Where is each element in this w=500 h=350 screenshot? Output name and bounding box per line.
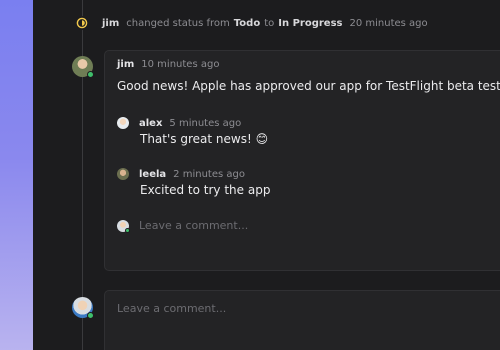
reply-body: That's great news! 😊 bbox=[140, 132, 269, 146]
avatar bbox=[72, 297, 94, 319]
reply-input[interactable] bbox=[139, 219, 399, 232]
presence-indicator bbox=[125, 227, 130, 233]
comment-body: Good news! Apple has approved our app fo… bbox=[117, 79, 500, 93]
avatar[interactable] bbox=[117, 168, 129, 180]
reply-author[interactable]: alex bbox=[139, 118, 162, 129]
activity-panel: jim changed status from Todo to In Progr… bbox=[33, 0, 500, 350]
avatar[interactable] bbox=[117, 117, 129, 129]
event-actor[interactable]: jim bbox=[102, 18, 119, 29]
event-text-to: to bbox=[264, 17, 275, 29]
avatar[interactable] bbox=[72, 56, 94, 78]
reply-author[interactable]: leela bbox=[139, 169, 166, 180]
comment-input[interactable] bbox=[117, 302, 497, 315]
reply-time[interactable]: 2 minutes ago bbox=[173, 169, 245, 180]
presence-indicator bbox=[87, 71, 94, 78]
avatar bbox=[117, 219, 130, 233]
comment-card: jim 10 minutes ago Good news! Apple has … bbox=[104, 50, 500, 271]
event-text: changed status from bbox=[126, 17, 230, 29]
event-from-status: Todo bbox=[233, 17, 261, 29]
comment-time[interactable]: 10 minutes ago bbox=[141, 59, 219, 70]
status-change-event: jim changed status from Todo to In Progr… bbox=[75, 14, 428, 32]
reply-time[interactable]: 5 minutes ago bbox=[169, 118, 241, 129]
presence-indicator bbox=[87, 312, 94, 319]
comment-author[interactable]: jim bbox=[117, 59, 134, 70]
reply-body: Excited to try the app bbox=[140, 183, 271, 197]
in-progress-status-icon bbox=[75, 16, 89, 30]
event-time: 20 minutes ago bbox=[349, 17, 428, 29]
reply-header: leela 2 minutes ago bbox=[117, 168, 245, 180]
comment-header: jim 10 minutes ago bbox=[117, 59, 219, 70]
comment-composer[interactable] bbox=[104, 290, 500, 350]
reply-composer bbox=[117, 219, 399, 233]
event-to-status: In Progress bbox=[278, 17, 343, 29]
reply-header: alex 5 minutes ago bbox=[117, 117, 241, 129]
